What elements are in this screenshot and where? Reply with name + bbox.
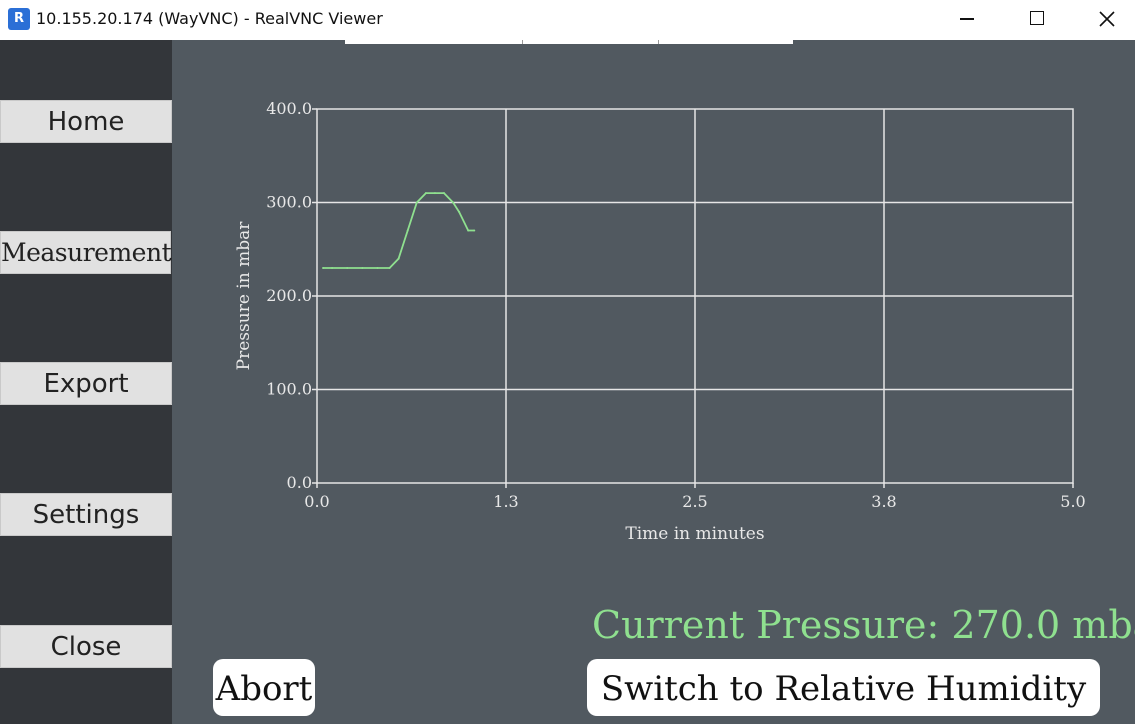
x-tick-label: 2.5 [682,492,707,511]
nav-close-button[interactable]: Close [0,625,172,668]
y-tick-label: 400.0 [266,99,312,118]
window-title: 10.155.20.174 (WayVNC) - RealVNC Viewer [36,9,383,28]
pressure-data-point [388,266,391,269]
nav-home-button[interactable]: Home [0,100,172,143]
y-axis-label: Pressure in mbar [234,221,254,371]
pressure-data-point [406,229,409,232]
y-tick-label: 0.0 [287,473,312,492]
pressure-data-point [322,266,325,269]
realvnc-logo-icon: R [8,8,30,30]
y-tick-label: 300.0 [266,193,312,212]
strip-divider [522,40,523,44]
minimize-button[interactable] [932,0,1002,38]
x-tick-label: 0.0 [304,492,329,511]
nav-export-button[interactable]: Export [0,362,172,405]
pressure-data-point [397,257,400,260]
pressure-series-line [323,192,475,269]
pressure-data-point [346,266,349,269]
current-pressure-readout: Current Pressure: 270.0 mbar [592,603,1135,647]
sidebar: Home Measurement Export Settings Close [0,40,172,724]
pressure-data-point [415,201,418,204]
top-tab-strip [345,40,793,44]
nav-settings-button[interactable]: Settings [0,493,172,536]
pressure-data-point [331,266,334,269]
pressure-data-point [376,266,379,269]
window-titlebar: R 10.155.20.174 (WayVNC) - RealVNC Viewe… [0,0,1135,40]
x-axis-label: Time in minutes [625,524,764,544]
maximize-icon [1030,11,1044,25]
pressure-data-point [458,210,461,213]
x-tick-label: 5.0 [1060,492,1085,511]
pressure-data-point [452,201,455,204]
y-tick-label: 200.0 [266,286,312,305]
close-icon [1099,11,1115,27]
pressure-chart: 0.0 1.3 2.5 3.8 5.0 0.0 100.0 200.0 300.0 400.0 Ti… [234,99,1086,544]
switch-to-humidity-button[interactable]: Switch to Relative Humidity [587,659,1100,716]
strip-divider [658,40,659,44]
pressure-data-point [443,192,446,195]
nav-measurement-button[interactable]: Measurement [0,231,172,274]
pressure-data-point [361,266,364,269]
pressure-data-point [424,192,427,195]
abort-button[interactable]: Abort [213,659,315,716]
maximize-button[interactable] [1001,0,1071,38]
y-tick-label: 100.0 [266,380,312,399]
x-tick-label: 1.3 [493,492,518,511]
pressure-data-point [433,192,436,195]
close-window-button[interactable] [1071,0,1135,38]
minimize-icon [960,18,974,20]
pressure-data-point [473,229,476,232]
pressure-data-point [467,229,470,232]
x-tick-label: 3.8 [871,492,896,511]
